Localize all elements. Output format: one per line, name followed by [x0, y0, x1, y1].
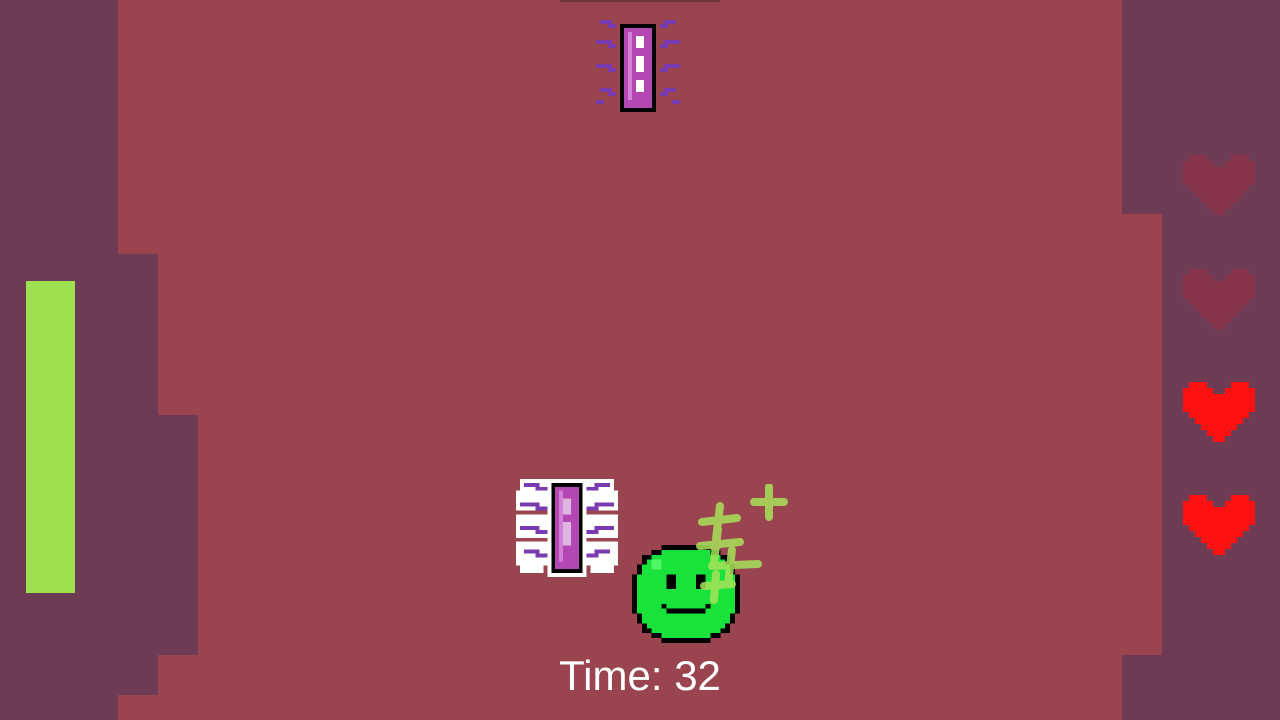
heart-icon [1183, 495, 1255, 555]
heart-3 [1182, 382, 1256, 448]
heart-4 [1182, 495, 1256, 561]
enemy-bug-glowing [516, 474, 618, 587]
door-edge [560, 0, 720, 2]
game-stage: Time: 32 [0, 0, 1280, 720]
heart-1 [1182, 155, 1256, 221]
heart-2 [1182, 269, 1256, 335]
heart-icon [1183, 155, 1255, 215]
sparkle-effect [692, 483, 792, 609]
timer-label: Time: 32 [559, 652, 721, 699]
purple-bug-icon [596, 20, 680, 112]
stamina-bar [26, 281, 75, 593]
enemy-bug-top [592, 16, 684, 117]
purple-bug-glowing-icon [516, 478, 618, 578]
stamina-fill [26, 281, 75, 593]
sparkle-icon [696, 483, 788, 604]
heart-icon [1183, 269, 1255, 329]
heart-icon [1183, 382, 1255, 442]
